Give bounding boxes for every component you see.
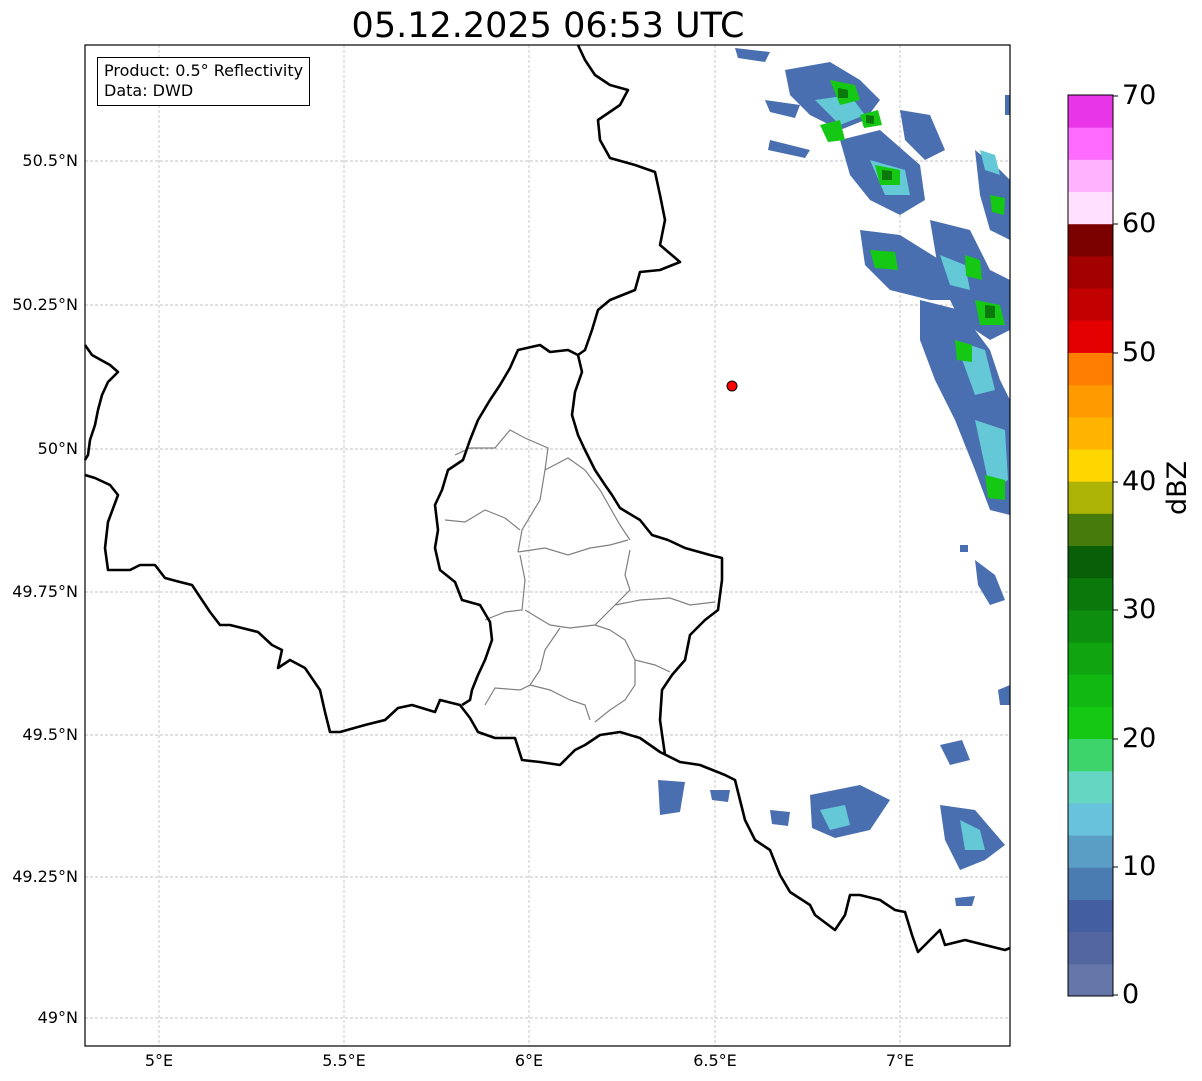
radar-site-marker[interactable] [726,380,738,392]
colorbar-segment [1068,642,1113,675]
colorbar [1068,95,1113,997]
product-info-box: Product: 0.5° Reflectivity Data: DWD [97,57,311,106]
colorbar-segment [1068,481,1113,514]
colorbar-segment [1068,802,1113,836]
colorbar-segment [1068,513,1113,546]
data-source-label: Data: DWD [104,81,194,100]
lon-tick-label: 6.5°E [693,1051,737,1070]
lat-tick-label: 50°N [37,439,78,458]
colorbar-tick-label: 70 [1122,80,1157,111]
colorbar-segment [1068,223,1113,257]
colorbar-tick-label: 50 [1122,337,1157,368]
colorbar-segment [1068,127,1113,160]
colorbar-segment [1068,288,1113,321]
lon-tick-label: 6°E [514,1051,544,1070]
colorbar-segment [1068,384,1113,418]
lon-tick-label: 5°E [144,1051,174,1070]
colorbar-segment [1068,835,1113,868]
colorbar-segment [1068,448,1113,482]
colorbar-segment [1068,963,1113,997]
colorbar-segment [1068,416,1113,450]
lat-tick-label: 49.25°N [12,867,78,886]
lon-tick-label: 5.5°E [322,1051,366,1070]
lat-tick-label: 50.25°N [12,295,78,314]
lat-tick-label: 50.5°N [22,151,78,170]
colorbar-segment [1068,609,1113,643]
colorbar-ticks [1113,95,1118,996]
colorbar-segment [1068,674,1113,707]
colorbar-unit-label: dBZ [1162,460,1193,515]
lat-tick-label: 49.5°N [22,725,78,744]
colorbar-segment [1068,352,1113,386]
map-title: 05.12.2025 06:53 UTC [351,6,745,46]
colorbar-segment [1068,320,1113,353]
lat-tick-label: 49°N [37,1008,78,1027]
product-label: Product: 0.5° Reflectivity [104,61,304,80]
colorbar-tick-label: 40 [1122,466,1157,497]
colorbar-tick-label: 60 [1122,208,1157,239]
colorbar-segment [1068,738,1113,772]
colorbar-tick-label: 0 [1122,979,1140,1010]
colorbar-segment [1068,545,1113,579]
colorbar-segment [1068,770,1113,804]
colorbar-segment [1068,931,1113,965]
lat-tick-label: 49.75°N [12,582,78,601]
colorbar-segment [1068,706,1113,740]
colorbar-segment [1068,867,1113,900]
colorbar-tick-label: 30 [1122,594,1157,625]
lon-tick-label: 7°E [885,1051,915,1070]
colorbar-segment [1068,191,1113,225]
colorbar-segment [1068,95,1113,128]
colorbar-segment [1068,255,1113,289]
colorbar-tick-label: 20 [1122,723,1157,754]
colorbar-segment [1068,159,1113,193]
colorbar-tick-label: 10 [1122,851,1157,882]
colorbar-segment [1068,577,1113,611]
radar-map [83,44,1118,1047]
colorbar-segment [1068,899,1113,933]
